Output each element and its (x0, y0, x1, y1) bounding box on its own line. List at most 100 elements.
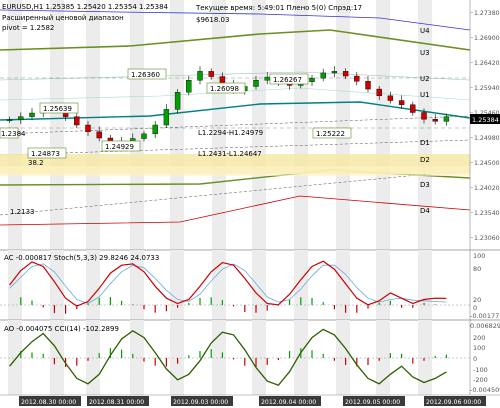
candle-body (141, 133, 147, 139)
session-stripe (376, 250, 390, 320)
level-label-u1: U1 (420, 91, 430, 99)
time-tick-label: 2012.08.31 00:00 (89, 399, 144, 406)
candle-body (342, 71, 349, 77)
level-label-d3: D3 (420, 181, 430, 189)
trend-label: L1.2294-H1.24979 (198, 129, 263, 137)
terminal-chart-window[interactable]: EURUSD,H1 1.25385 1.25420 1.25354 1.2538… (0, 0, 500, 408)
price-tick-label: 1.26900 (474, 35, 500, 42)
price-tick-label: 1.23540 (474, 210, 500, 217)
current-price-label: 1.25384 (472, 116, 499, 124)
cci-pane[interactable]: AO -0.004075 CCI(14) -102.2899 0.006829 … (0, 320, 500, 395)
trend-label: L1.2431-L1.24647 (198, 150, 262, 158)
candle-body (29, 112, 35, 117)
session-stripe (252, 250, 266, 320)
cci-tick-lower: -0.004509 (470, 386, 500, 394)
session-stripe (336, 0, 350, 250)
session-stripe (418, 250, 432, 320)
stoch-tick: 80 (473, 265, 481, 273)
candle-body (410, 104, 416, 113)
candle-body (432, 119, 438, 122)
price-tag: 1.26360 (131, 71, 160, 79)
cci-tick: -200 (473, 376, 488, 384)
stoch-tick-extra: -0.00177 (470, 312, 499, 320)
price-tick-label: 1.26420 (474, 60, 500, 67)
candle-body (443, 116, 450, 122)
level-label-d1: D1 (420, 139, 430, 147)
session-stripe (212, 250, 226, 320)
session-stripe (50, 0, 64, 250)
candle-body (163, 109, 170, 126)
time-axis: 2012.08.30 00:00 2012.08.31 00:00 2012.09.… (0, 394, 500, 406)
candle-body (6, 119, 13, 121)
time-tick-label: 2012.08.30 00:00 (21, 399, 76, 406)
candle-body (186, 80, 192, 93)
fib-label: 38.2 (28, 159, 44, 167)
candle-body (309, 77, 315, 82)
candle-body (96, 131, 102, 139)
price-tick-label: 1.24980 (474, 135, 500, 142)
candle-body (197, 71, 203, 81)
price-tag: 1.26267 (273, 76, 302, 84)
info-right-1: Текущее время: 5:49:01 Плено 5(0) Спрэд:… (195, 4, 362, 12)
candle-body (354, 75, 360, 82)
cci-tick: -100 (473, 366, 488, 374)
candle-body (376, 88, 382, 97)
time-tick-label: 2012.09.04 00:00 (261, 399, 316, 406)
level-label-u4: U4 (420, 27, 430, 35)
price-pane[interactable]: EURUSD,H1 1.25385 1.25420 1.25354 1.2538… (0, 0, 500, 250)
stoch-pane-label: AC -0.000817 Stoch(5,3,3) 29.8246 24.073… (4, 254, 159, 262)
cci-tick: 100 (473, 344, 485, 352)
price-tag: 1.25639 (43, 105, 72, 113)
candle-body (365, 81, 371, 90)
level-label-u2: U2 (420, 75, 430, 83)
candle-body (18, 116, 24, 120)
cci-pane-label: AO -0.004075 CCI(14) -102.2899 (4, 325, 119, 333)
candle-body (331, 71, 338, 74)
candle-body (85, 124, 91, 132)
time-tick-label: 2012.09.03 00:00 (173, 399, 228, 406)
candle-body (174, 91, 181, 110)
session-stripe (170, 250, 184, 320)
price-tag: 1.26098 (210, 85, 239, 93)
price-tick-label: 1.25940 (474, 85, 500, 92)
candle-body (74, 116, 80, 126)
session-stripe (252, 320, 266, 395)
cci-tick: 200 (473, 334, 485, 342)
candle-body (152, 124, 158, 135)
price-tick-label: 1.23060 (474, 235, 500, 242)
session-stripe (336, 250, 350, 320)
stoch-pane[interactable]: AC -0.000817 Stoch(5,3,3) 29.8246 24.073… (0, 250, 499, 320)
price-tag: 1.24873 (31, 150, 60, 158)
cci-tick-extra: 0.006829 (470, 322, 500, 330)
session-stripe (212, 320, 226, 395)
session-stripe (170, 0, 184, 250)
symbol-line: EURUSD,H1 1.25385 1.25420 1.25354 1.2538… (2, 3, 169, 11)
candle-body (320, 72, 326, 79)
level-label-d4: D4 (420, 207, 430, 215)
stoch-tick: 100 (473, 252, 485, 260)
price-tag: 1.2384 (1, 130, 26, 138)
price-tick-label: 1.24020 (474, 185, 500, 192)
price-tick-label: 1.24500 (474, 160, 500, 167)
info-right-2: $9618.03 (196, 16, 229, 24)
price-tick-label: 1.27380 (474, 10, 500, 17)
session-stripe (294, 0, 308, 250)
session-stripe (336, 320, 350, 395)
level-label-u3: U3 (420, 49, 430, 57)
cci-tick: 0 (473, 355, 477, 363)
support-zone-inner (0, 166, 470, 176)
candle-body (398, 100, 405, 105)
session-stripe (170, 320, 184, 395)
time-tick-label: 2012.09.06 00:00 (426, 399, 481, 406)
session-stripe (130, 0, 144, 250)
info-left-2: pivot = 1.2582 (2, 24, 54, 32)
time-tick-label: 2012.09.05 00:00 (345, 399, 400, 406)
candle-body (387, 95, 394, 101)
level-label-d2: D2 (420, 156, 430, 164)
stoch-tick: 20 (473, 296, 481, 304)
info-left-1: Расширенный ценовой диапазон (2, 14, 124, 22)
candle-body (264, 76, 270, 81)
candle-body (421, 112, 427, 120)
price-tag: 1.25222 (316, 130, 345, 138)
candle-body (253, 80, 259, 87)
